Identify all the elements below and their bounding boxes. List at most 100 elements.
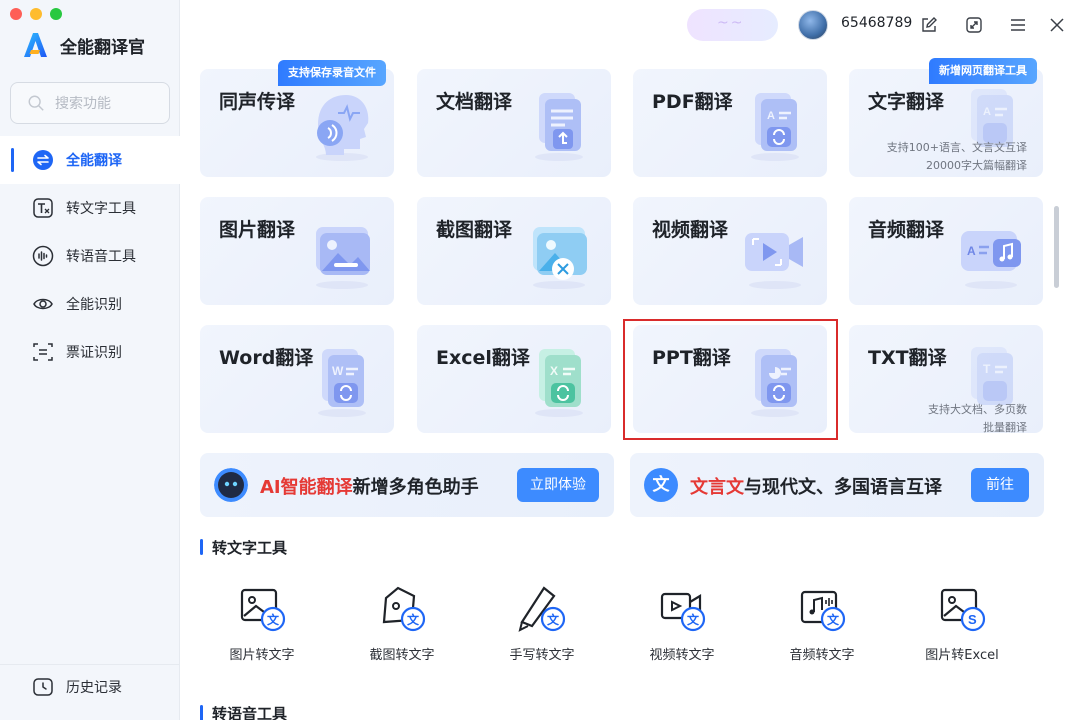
robot-icon (214, 468, 248, 502)
sidebar-item-all-translate[interactable]: 全能翻译 (0, 136, 180, 184)
tool-label: 图片转文字 (229, 648, 295, 663)
try-now-button[interactable]: 立即体验 (517, 468, 599, 502)
card-subtext: 批量翻译 (983, 421, 1027, 433)
video-to-text-icon: 文 (660, 592, 706, 632)
banner-description: 新增多角色助手 (352, 477, 479, 498)
selection-highlight (623, 319, 838, 440)
card-title: 视频翻译 (652, 219, 729, 241)
card-excel-translate[interactable]: Excel翻译 X (417, 325, 611, 433)
tool-screenshot-to-text[interactable]: 文 截图转文字 (342, 582, 462, 672)
screenshot-to-text-icon: 文 (382, 586, 426, 632)
edit-button[interactable] (918, 14, 940, 36)
sidebar: 全能翻译官 搜索功能 全能翻译 转文字工具 转语音工具 全能识别 票证识别 历史… (0, 0, 180, 720)
word-doc-icon: W (318, 349, 366, 417)
close-window-button[interactable] (10, 8, 22, 20)
sidebar-item-label: 转文字工具 (66, 201, 136, 217)
card-image-translate[interactable]: 图片翻译 (200, 197, 394, 305)
menu-icon (1011, 19, 1025, 31)
card-title: TXT翻译 (868, 347, 947, 369)
app-name: 全能翻译官 (60, 37, 145, 58)
sidebar-item-text-tools[interactable]: 转文字工具 (0, 184, 180, 232)
tool-handwriting-to-text[interactable]: 文 手写转文字 (482, 582, 602, 672)
card-badge: 支持保存录音文件 (278, 60, 386, 86)
close-icon (1050, 18, 1064, 32)
excel-doc-icon: X (535, 349, 583, 417)
sidebar-item-recognition[interactable]: 全能识别 (0, 280, 180, 328)
pin-window-icon (966, 17, 982, 33)
history-button[interactable]: 历史记录 (0, 664, 180, 708)
card-title: Excel翻译 (436, 347, 530, 369)
tool-label: 音频转文字 (789, 648, 855, 663)
menu-button[interactable] (1007, 14, 1029, 36)
card-txt-translate[interactable]: TXT翻译 T 支持大文档、多页数 批量翻译 (849, 325, 1043, 433)
sidebar-item-ticket-recognition[interactable]: 票证识别 (0, 328, 180, 376)
card-document-translate[interactable]: 文档翻译 (417, 69, 611, 177)
search-input[interactable]: 搜索功能 (10, 82, 170, 124)
image-to-text-icon: 文 (240, 588, 286, 632)
tool-image-to-excel[interactable]: S 图片转Excel (902, 582, 1022, 672)
voice-tool-icon (32, 245, 54, 267)
card-title: 文档翻译 (436, 91, 513, 113)
svg-text:A: A (967, 244, 976, 258)
sidebar-item-label: 转语音工具 (66, 249, 136, 265)
search-icon (28, 95, 44, 111)
app-logo-icon (24, 33, 47, 57)
image-icon (316, 227, 370, 289)
card-title: 音频翻译 (868, 219, 945, 241)
svg-text:文: 文 (827, 612, 840, 627)
video-icon (745, 233, 803, 289)
translate-icon (33, 150, 53, 170)
avatar[interactable] (798, 10, 828, 40)
sidebar-item-label: 票证识别 (66, 345, 122, 361)
card-subtext: 支持大文档、多页数 (928, 403, 1027, 416)
ai-translate-banner[interactable]: AI智能翻译新增多角色助手 立即体验 (200, 453, 614, 517)
tool-label: 截图转文字 (369, 648, 435, 663)
window-controls (10, 8, 62, 20)
maximize-window-button[interactable] (50, 8, 62, 20)
svg-text:文: 文 (687, 612, 700, 627)
text-tool-icon (33, 198, 53, 218)
scrollbar[interactable] (1054, 206, 1059, 288)
tool-audio-to-text[interactable]: 文 音频转文字 (762, 582, 882, 672)
history-label: 历史记录 (66, 679, 122, 696)
banner-text: AI智能翻译新增多角色助手 (260, 473, 479, 499)
card-title: 同声传译 (219, 91, 296, 113)
card-audio-translate[interactable]: 音频翻译 A (849, 197, 1043, 305)
banner-text: 文言文与现代文、多国语言互译 (690, 473, 942, 499)
edit-icon (922, 17, 937, 32)
card-title: PDF翻译 (652, 91, 733, 113)
card-pdf-translate[interactable]: PDF翻译 A (633, 69, 827, 177)
document-icon (535, 93, 583, 161)
screenshot-icon (533, 227, 587, 289)
sidebar-item-label: 全能识别 (66, 297, 122, 313)
svg-text:文: 文 (407, 612, 420, 627)
minimize-window-button[interactable] (30, 8, 42, 20)
main-content: 同声传译 支持保存录音文件 文档翻译 PDF翻译 A 文字翻译 A 支持100+… (181, 50, 1080, 720)
card-screenshot-translate[interactable]: 截图翻译 (417, 197, 611, 305)
eye-scan-icon (33, 298, 53, 310)
audio-icon: A (961, 231, 1021, 289)
pin-window-button[interactable] (963, 14, 985, 36)
handwriting-to-text-icon: 文 (518, 586, 566, 632)
tool-label: 图片转Excel (925, 648, 999, 663)
card-text-translate[interactable]: 文字翻译 A 支持100+语言、文言文互译 20000字大篇幅翻译 (849, 69, 1043, 177)
card-word-translate[interactable]: Word翻译 W (200, 325, 394, 433)
close-button[interactable] (1046, 14, 1068, 36)
tool-label: 手写转文字 (509, 648, 575, 663)
classical-chinese-banner[interactable]: 文 文言文与现代文、多国语言互译 前往 (630, 453, 1044, 517)
tool-image-to-text[interactable]: 文 图片转文字 (202, 582, 322, 672)
go-button[interactable]: 前往 (971, 468, 1029, 502)
user-id: 65468789 (841, 15, 913, 31)
card-title: 截图翻译 (436, 219, 513, 241)
svg-text:T: T (983, 362, 991, 376)
svg-text:文: 文 (547, 612, 560, 627)
sidebar-item-label: 全能翻译 (66, 153, 122, 169)
audio-to-text-icon: 文 (800, 590, 846, 632)
classical-chinese-icon: 文 (644, 468, 678, 502)
top-bar: 65468789 (181, 0, 1080, 50)
tool-video-to-text[interactable]: 文 视频转文字 (622, 582, 742, 672)
pdf-doc-icon: A (751, 93, 799, 161)
vip-pill-button[interactable] (687, 9, 778, 41)
card-video-translate[interactable]: 视频翻译 (633, 197, 827, 305)
sidebar-item-voice-tools[interactable]: 转语音工具 (0, 232, 180, 280)
